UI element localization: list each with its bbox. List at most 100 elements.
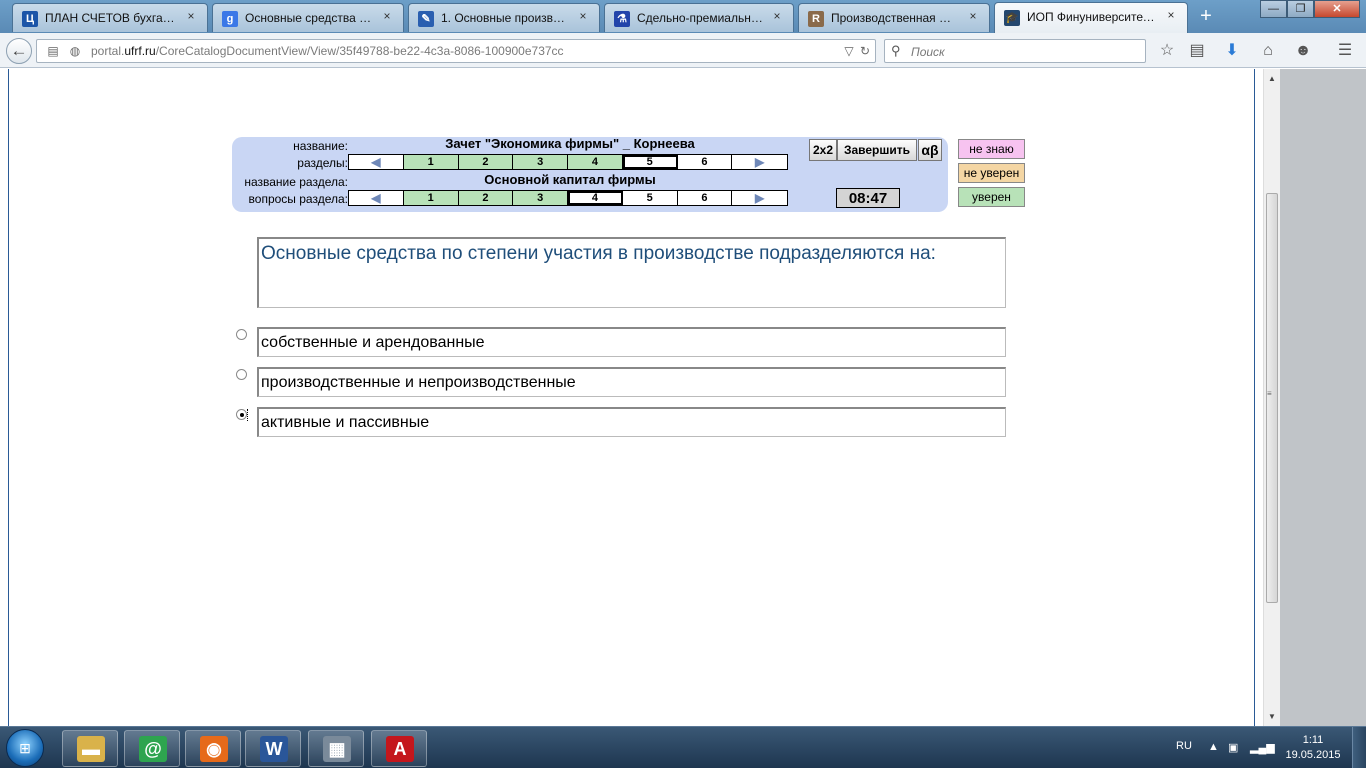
question-6[interactable]: 6 — [677, 191, 733, 205]
address-bar[interactable]: ▤ ◍ portal.ufrf.ru/CoreCatalogDocumentVi… — [36, 39, 876, 63]
hello-icon[interactable]: ☻ — [1293, 41, 1313, 61]
scroll-down-icon[interactable]: ▼ — [1264, 709, 1280, 725]
browser-tab-1[interactable]: Ц ПЛАН СЧЕТОВ бухгалт... × — [12, 3, 208, 32]
browser-tab-6[interactable]: 🎓 ИОП Финуниверситета... × — [994, 2, 1188, 33]
tab-label: ПЛАН СЧЕТОВ бухгалт... — [45, 11, 177, 25]
section-next-arrow-icon[interactable]: ▶ — [732, 155, 787, 169]
search-placeholder: Поиск — [911, 45, 945, 59]
maximize-button[interactable]: ❐ — [1287, 0, 1314, 18]
answer-option-1[interactable]: собственные и арендованные — [257, 327, 1006, 357]
sidebar-icon[interactable]: ▤ — [45, 44, 61, 58]
section-4[interactable]: 4 — [568, 155, 623, 169]
tab-close-icon[interactable]: × — [576, 9, 590, 23]
not-sure-button[interactable]: не уверен — [958, 163, 1025, 183]
tab-favicon-icon: g — [222, 11, 238, 27]
menu-icon[interactable]: ☰ — [1335, 41, 1355, 61]
search-input[interactable]: ⚲ Поиск — [884, 39, 1146, 63]
search-icon: ⚲ — [891, 43, 901, 58]
browser-tab-2[interactable]: g Основные средства по ... × — [212, 3, 404, 32]
answer-radio-3[interactable] — [236, 409, 247, 420]
scroll-up-icon[interactable]: ▲ — [1264, 71, 1280, 87]
section-1[interactable]: 1 — [403, 155, 459, 169]
tab-close-icon[interactable]: × — [380, 9, 394, 23]
back-button[interactable]: ← — [6, 38, 32, 64]
taskbar-mail-agent-button[interactable]: @ — [124, 730, 180, 767]
start-button[interactable]: ⊞ — [6, 729, 44, 767]
answer-radio-1[interactable] — [236, 329, 247, 340]
taskbar-acrobat-button[interactable]: A — [371, 730, 427, 767]
frame-right-border — [1254, 69, 1255, 726]
tab-favicon-icon: 🎓 — [1004, 10, 1020, 26]
question-4[interactable]: 4 — [568, 191, 623, 205]
questions-navigator: ◀ 1 2 3 4 5 6 ▶ — [348, 190, 788, 206]
dont-know-button[interactable]: не знаю — [958, 139, 1025, 159]
section-2[interactable]: 2 — [458, 155, 514, 169]
downloads-icon[interactable]: ⬇ — [1222, 41, 1242, 61]
dropdown-arrow-icon[interactable]: ▽ — [841, 44, 857, 58]
system-clock[interactable]: 1:11 19.05.2015 — [1283, 733, 1343, 763]
tab-label: Производственная мо... — [831, 11, 959, 25]
tab-close-icon[interactable]: × — [966, 9, 980, 23]
tab-favicon-icon: Ц — [22, 11, 38, 27]
tab-label: ИОП Финуниверситета... — [1027, 10, 1157, 24]
section-6[interactable]: 6 — [677, 155, 733, 169]
tab-label: 1. Основные производ... — [441, 11, 569, 25]
vertical-scrollbar[interactable]: ▲ ≡ ▼ — [1263, 69, 1280, 726]
windows-taskbar: ⊞ ▬ @ ◉ W ▦ A RU ▲ ▣ ▂▄▆ 1:11 19.05.2015 — [0, 726, 1366, 768]
network-icon[interactable]: ▣ — [1228, 741, 1238, 754]
2x2-button[interactable]: 2x2 — [809, 139, 837, 161]
signal-icon[interactable]: ▂▄▆ — [1250, 741, 1275, 754]
question-prev-arrow-icon[interactable]: ◀ — [349, 191, 404, 205]
taskbar-firefox-button[interactable]: ◉ — [185, 730, 241, 767]
section-5[interactable]: 5 — [622, 155, 678, 169]
home-icon[interactable]: ⌂ — [1258, 41, 1278, 61]
new-tab-button[interactable]: + — [1195, 6, 1217, 26]
browser-tab-4[interactable]: ⚗ Сдельно-премиальная... × — [604, 3, 794, 32]
window-controls: — ❐ ✕ — [1260, 0, 1360, 18]
calculator-icon: ▦ — [323, 736, 351, 762]
question-3[interactable]: 3 — [513, 191, 568, 205]
panel-divider — [1038, 137, 1039, 212]
question-2[interactable]: 2 — [458, 191, 514, 205]
taskbar-word-button[interactable]: W — [245, 730, 301, 767]
scroll-thumb[interactable] — [1266, 193, 1278, 603]
bookmark-star-icon[interactable]: ☆ — [1157, 41, 1177, 61]
test-title: Зачет "Экономика фирмы" _ Корнеева — [445, 136, 695, 151]
label-sections: разделы: — [297, 156, 348, 170]
tab-favicon-icon: R — [808, 11, 824, 27]
sure-button[interactable]: уверен — [958, 187, 1025, 207]
back-arrow-icon: ← — [10, 41, 28, 60]
taskbar-explorer-button[interactable]: ▬ — [62, 730, 118, 767]
site-identity-icon[interactable]: ◍ — [67, 44, 83, 58]
show-desktop-button[interactable] — [1352, 727, 1366, 768]
navigation-bar: ← ▤ ◍ portal.ufrf.ru/CoreCatalogDocument… — [0, 33, 1366, 68]
section-prev-arrow-icon[interactable]: ◀ — [349, 155, 404, 169]
browser-tab-3[interactable]: ✎ 1. Основные производ... × — [408, 3, 600, 32]
tray-expand-icon[interactable]: ▲ — [1208, 741, 1219, 753]
browser-tab-5[interactable]: R Производственная мо... × — [798, 3, 990, 32]
close-window-button[interactable]: ✕ — [1314, 0, 1360, 18]
tab-close-icon[interactable]: × — [770, 9, 784, 23]
alpha-beta-button[interactable]: αβ — [918, 139, 942, 161]
taskbar-calculator-button[interactable]: ▦ — [308, 730, 364, 767]
reload-icon[interactable]: ↻ — [857, 44, 873, 58]
tab-close-icon[interactable]: × — [184, 9, 198, 23]
word-icon: W — [260, 736, 288, 762]
question-text: Основные средства по степени участия в п… — [257, 237, 1006, 308]
tab-label: Сдельно-премиальная... — [637, 11, 763, 25]
frame-left-border — [8, 69, 9, 726]
minimize-button[interactable]: — — [1260, 0, 1287, 18]
reading-list-icon[interactable]: ▤ — [1187, 41, 1207, 61]
language-indicator[interactable]: RU — [1176, 740, 1192, 752]
question-next-arrow-icon[interactable]: ▶ — [732, 191, 787, 205]
answer-option-3[interactable]: активные и пассивные — [257, 407, 1006, 437]
sections-navigator: ◀ 1 2 3 4 5 6 ▶ — [348, 154, 788, 170]
question-1[interactable]: 1 — [403, 191, 459, 205]
section-3[interactable]: 3 — [513, 155, 568, 169]
focus-indicator — [247, 409, 248, 421]
finish-button[interactable]: Завершить — [837, 139, 917, 161]
answer-option-2[interactable]: производственные и непроизводственные — [257, 367, 1006, 397]
tab-close-icon[interactable]: × — [1164, 8, 1178, 22]
answer-radio-2[interactable] — [236, 369, 247, 380]
question-5[interactable]: 5 — [622, 191, 678, 205]
